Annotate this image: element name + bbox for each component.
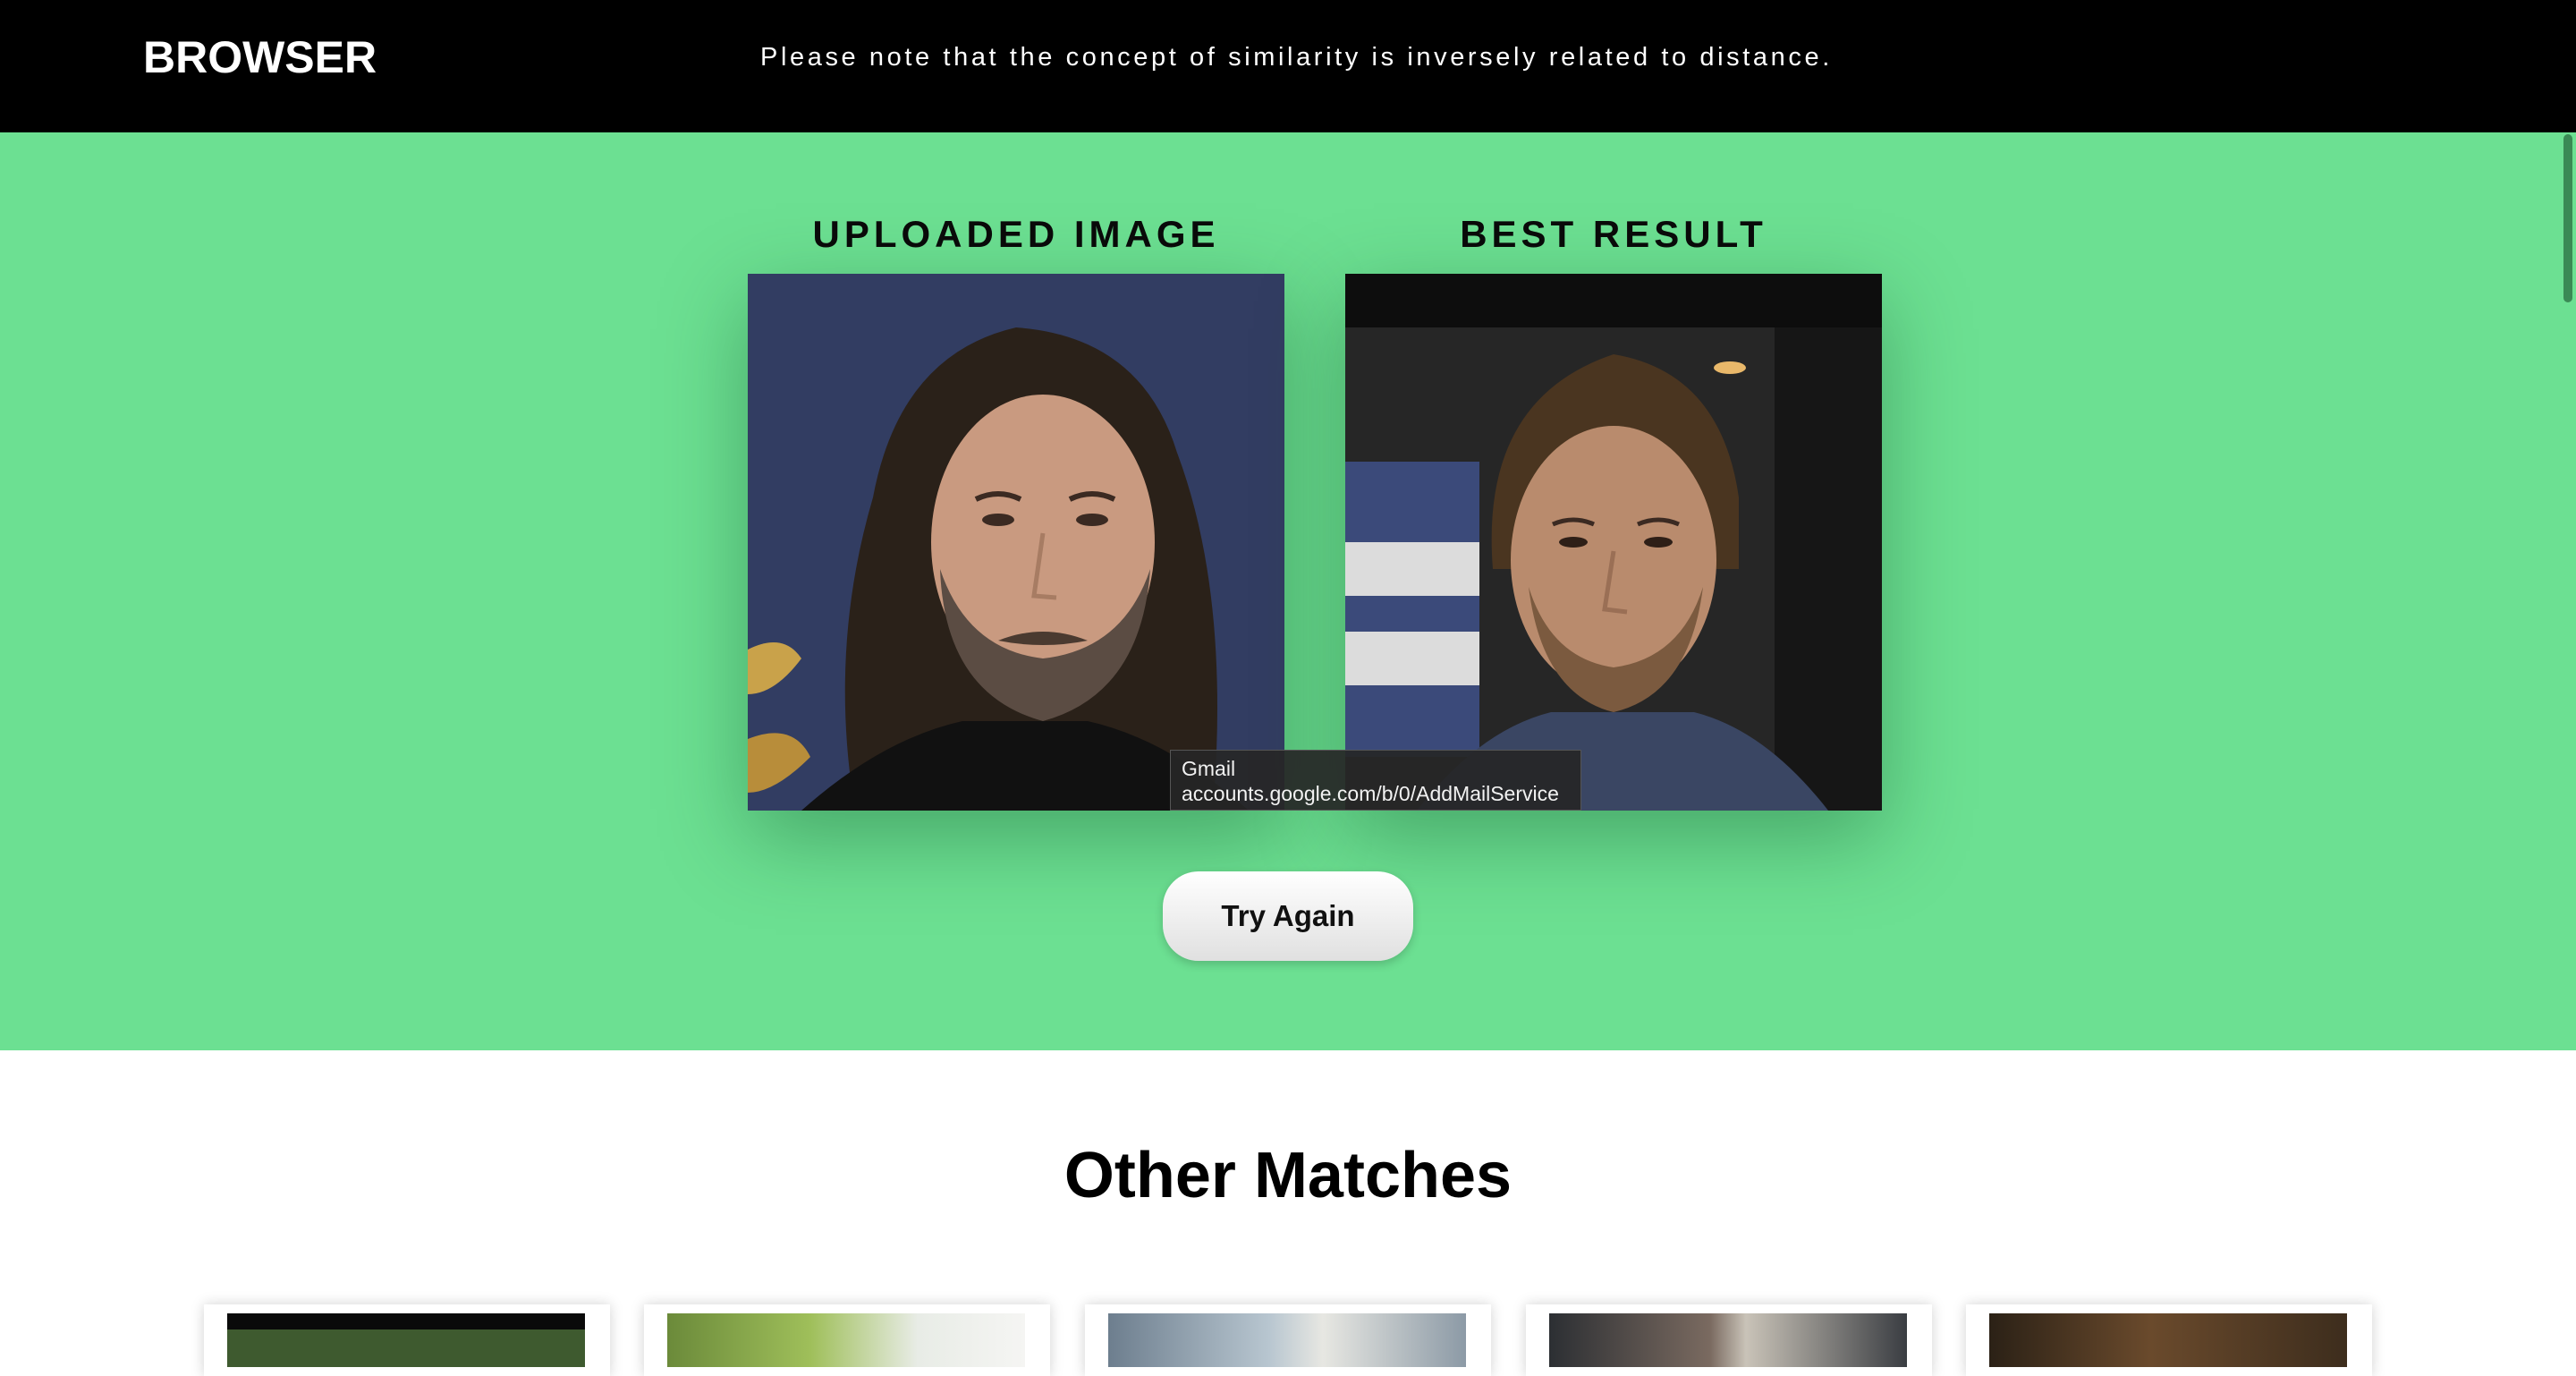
try-again-button[interactable]: Try Again bbox=[1163, 871, 1413, 961]
best-result-title: BEST RESULT bbox=[1460, 213, 1767, 255]
match-thumbnail bbox=[1989, 1313, 2347, 1367]
match-card[interactable] bbox=[1526, 1304, 1932, 1376]
uploaded-image-title: UPLOADED IMAGE bbox=[812, 213, 1220, 255]
brand-logo[interactable]: BROWSER bbox=[143, 30, 377, 84]
top-bar: BROWSER Please note that the concept of … bbox=[0, 0, 2576, 132]
match-card[interactable] bbox=[1085, 1304, 1491, 1376]
match-thumbnail bbox=[1108, 1313, 1466, 1367]
match-card[interactable] bbox=[644, 1304, 1050, 1376]
match-card[interactable] bbox=[204, 1304, 610, 1376]
match-card[interactable] bbox=[1966, 1304, 2372, 1376]
best-result-image bbox=[1345, 274, 1882, 811]
similarity-notice: Please note that the concept of similari… bbox=[760, 43, 1833, 72]
match-thumbnail bbox=[1549, 1313, 1907, 1367]
tooltip-title: Gmail bbox=[1182, 757, 1236, 780]
uploaded-image bbox=[748, 274, 1284, 811]
other-matches-title: Other Matches bbox=[1063, 1140, 1513, 1211]
tooltip-url: accounts.google.com/b/0/AddMailService bbox=[1182, 782, 1559, 805]
match-thumbnail bbox=[227, 1313, 585, 1367]
link-hover-tooltip: Gmail accounts.google.com/b/0/AddMailSer… bbox=[1170, 750, 1581, 811]
scrollbar-thumb[interactable] bbox=[2563, 134, 2572, 302]
match-thumbnail bbox=[667, 1313, 1025, 1367]
